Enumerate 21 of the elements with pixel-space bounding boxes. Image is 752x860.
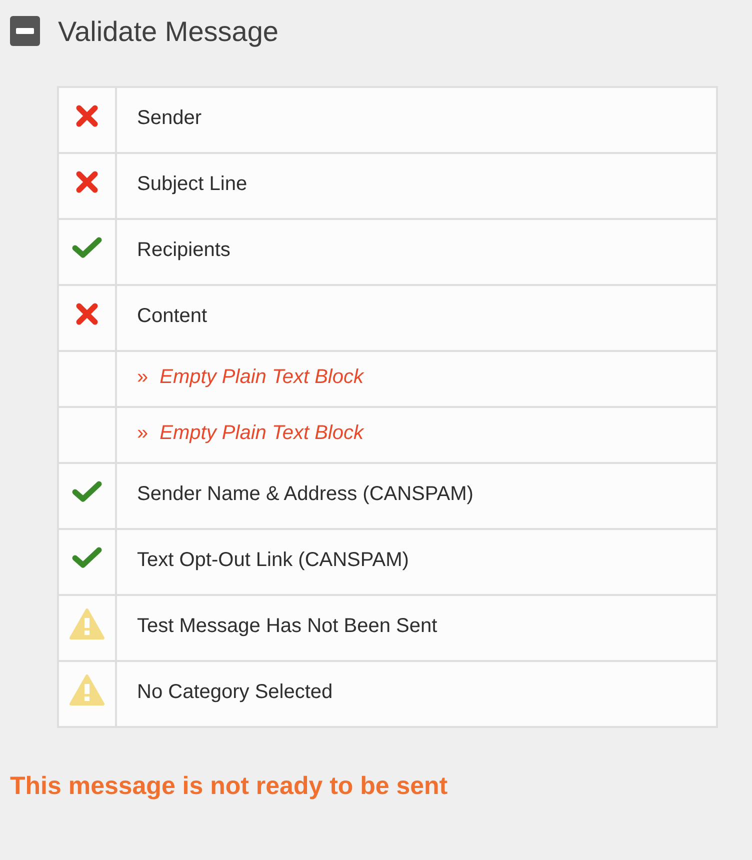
panel-title: Validate Message (58, 16, 278, 48)
warning-icon (69, 674, 105, 706)
detail-text: » Empty Plain Text Block (137, 366, 364, 388)
check-label: Sender (137, 106, 202, 130)
warning-icon (69, 608, 105, 640)
check-label: Recipients (137, 238, 230, 262)
cross-icon (75, 104, 99, 128)
check-label: Sender Name & Address (CANSPAM) (137, 482, 474, 506)
check-label: Text Opt-Out Link (CANSPAM) (137, 548, 409, 572)
cross-icon (75, 170, 99, 194)
detail-text: » Empty Plain Text Block (137, 422, 364, 444)
status-message: This message is not ready to be sent (10, 772, 449, 801)
check-label: Test Message Has Not Been Sent (137, 614, 438, 638)
checkmark-icon (72, 480, 102, 503)
checkmark-icon (72, 546, 102, 569)
check-label: Content (137, 304, 208, 328)
check-label: No Category Selected (137, 680, 333, 704)
collapse-icon[interactable] (10, 16, 42, 48)
checkmark-icon (72, 236, 102, 259)
cross-icon (75, 302, 99, 326)
check-label: Subject Line (137, 172, 248, 196)
